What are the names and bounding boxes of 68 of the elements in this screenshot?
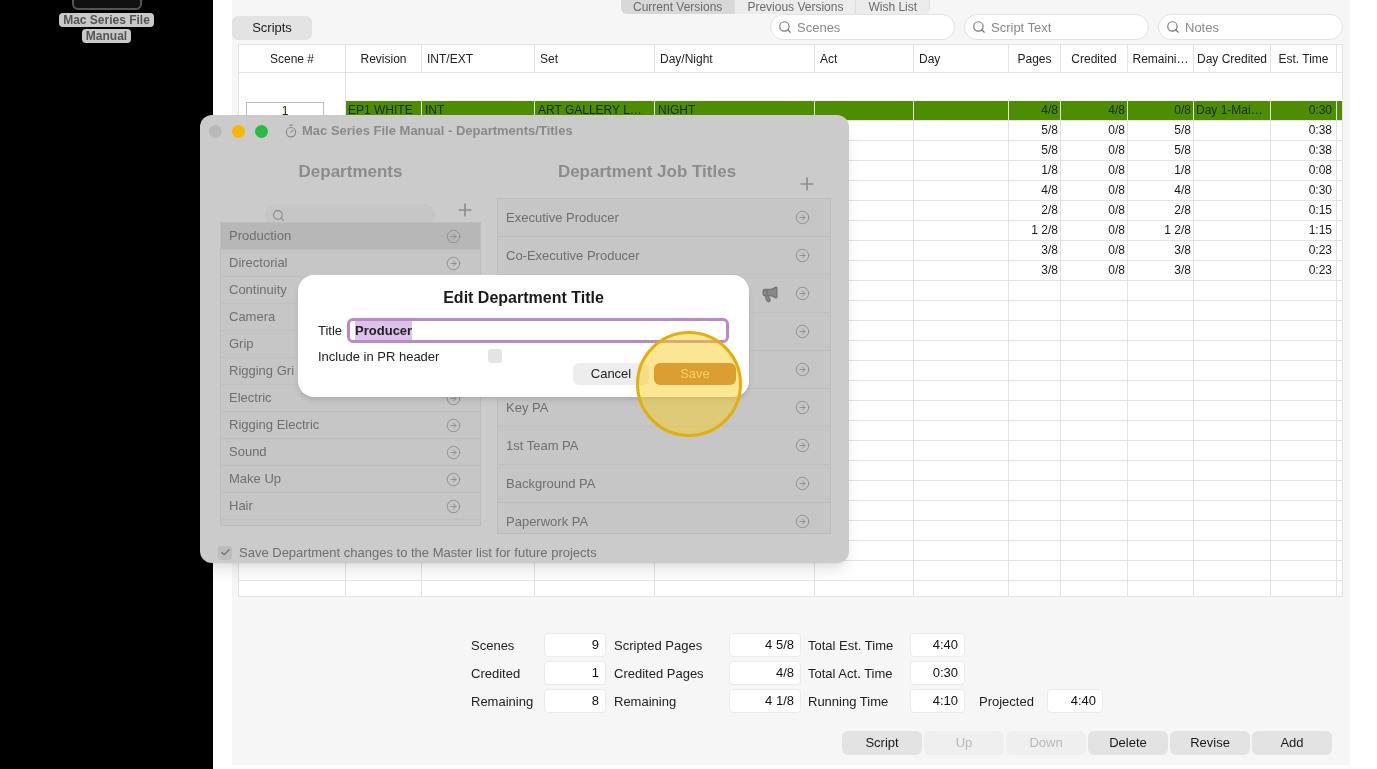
table-cell-text: 0/8 bbox=[1107, 242, 1126, 259]
summary-value: 9 bbox=[544, 633, 606, 657]
table-cell-text: 0:38 bbox=[1307, 142, 1333, 159]
table-cell-text: 1:15 bbox=[1307, 222, 1333, 239]
summary-label: Projected bbox=[979, 693, 1035, 711]
table-cell-text: 1/8 bbox=[1040, 162, 1059, 179]
summary-value: 4:40 bbox=[910, 633, 965, 657]
table-cell-text: 1 2/8 bbox=[1163, 222, 1192, 239]
table-cell-text: NIGHT bbox=[657, 102, 697, 119]
table-cell-text: 1/8 bbox=[1173, 162, 1192, 179]
summary-label: Remaining bbox=[471, 693, 535, 711]
table-cell-text: 0/8 bbox=[1107, 202, 1126, 219]
table-cell-text: ART GALLERY L… bbox=[537, 102, 643, 119]
table-cell-text: 0/8 bbox=[1107, 182, 1126, 199]
table-cell-text: 4/8 bbox=[1040, 182, 1059, 199]
summary-label: Running Time bbox=[808, 693, 890, 711]
checkbox-label: Save Department changes to the Master list for future projects bbox=[239, 544, 597, 562]
window-title: Mac Series File Manual - Departments/Titles bbox=[302, 122, 573, 141]
table-cell-text: EP1 WHITE bbox=[347, 102, 414, 119]
table-cell-text: 5/8 bbox=[1173, 122, 1192, 139]
summary-value: 8 bbox=[544, 689, 606, 713]
table-cell-text: 5/8 bbox=[1040, 142, 1059, 159]
summary-label: Scripted Pages bbox=[614, 637, 704, 655]
table-cell-text: 0:08 bbox=[1307, 162, 1333, 179]
table-cell-text: 0:30 bbox=[1307, 182, 1333, 199]
summary-value: 0:30 bbox=[910, 661, 965, 685]
summary-label: Total Act. Time bbox=[808, 665, 894, 683]
sheet-heading: Edit Department Title bbox=[442, 288, 605, 306]
job-titles-heading: Department Job Titles bbox=[556, 161, 738, 183]
table-cell-text: 0/8 bbox=[1107, 122, 1126, 139]
summary-value: 1 bbox=[544, 661, 606, 685]
table-cell-text: 0:30 bbox=[1307, 102, 1333, 119]
table-cell-text: 1 2/8 bbox=[1030, 222, 1059, 239]
table-cell-text: 2/8 bbox=[1173, 202, 1192, 219]
table-cell-text: 4/8 bbox=[1040, 102, 1059, 119]
summary-label: Scenes bbox=[471, 637, 516, 655]
table-cell-text: 0/8 bbox=[1107, 142, 1126, 159]
summary-value: 4:10 bbox=[910, 689, 965, 713]
summary-label: Credited Pages bbox=[614, 665, 705, 683]
table-cell-text: 2/8 bbox=[1040, 202, 1059, 219]
table-cell-text: 0:15 bbox=[1307, 202, 1333, 219]
summary-value: 4/8 bbox=[729, 661, 801, 685]
table-cell-text: 0:23 bbox=[1307, 242, 1333, 259]
summary-label: Total Est. Time bbox=[808, 637, 895, 655]
include-label: Include in PR header bbox=[318, 349, 441, 365]
departments-heading: Departments bbox=[298, 161, 403, 183]
summary-label: Remaining bbox=[614, 693, 678, 711]
table-cell-text: INT bbox=[424, 102, 446, 119]
title-label: Title bbox=[318, 321, 343, 340]
summary-value: 4 5/8 bbox=[729, 633, 801, 657]
table-cell-text: 4/8 bbox=[1107, 102, 1126, 119]
table-cell-text: 0/8 bbox=[1107, 222, 1126, 239]
table-cell-text: 5/8 bbox=[1040, 122, 1059, 139]
table-cell-text: 3/8 bbox=[1040, 262, 1059, 279]
table-cell-text: 0/8 bbox=[1173, 102, 1192, 119]
table-cell-text: 3/8 bbox=[1173, 262, 1192, 279]
table-cell-text: 0/8 bbox=[1107, 262, 1126, 279]
table-cell-text: 0:38 bbox=[1307, 122, 1333, 139]
table-cell-text: 3/8 bbox=[1040, 242, 1059, 259]
table-cell-text: 0:23 bbox=[1307, 262, 1333, 279]
table-cell-text: Day 1-Mai… bbox=[1195, 102, 1264, 119]
table-cell-text: 5/8 bbox=[1173, 142, 1192, 159]
summary-value: 4:40 bbox=[1047, 689, 1103, 713]
table-cell-text: 3/8 bbox=[1173, 242, 1192, 259]
table-cell-text: 4/8 bbox=[1173, 182, 1192, 199]
summary-value: 4 1/8 bbox=[729, 689, 801, 713]
table-cell-text: 0/8 bbox=[1107, 162, 1126, 179]
summary-label: Credited bbox=[471, 665, 522, 683]
